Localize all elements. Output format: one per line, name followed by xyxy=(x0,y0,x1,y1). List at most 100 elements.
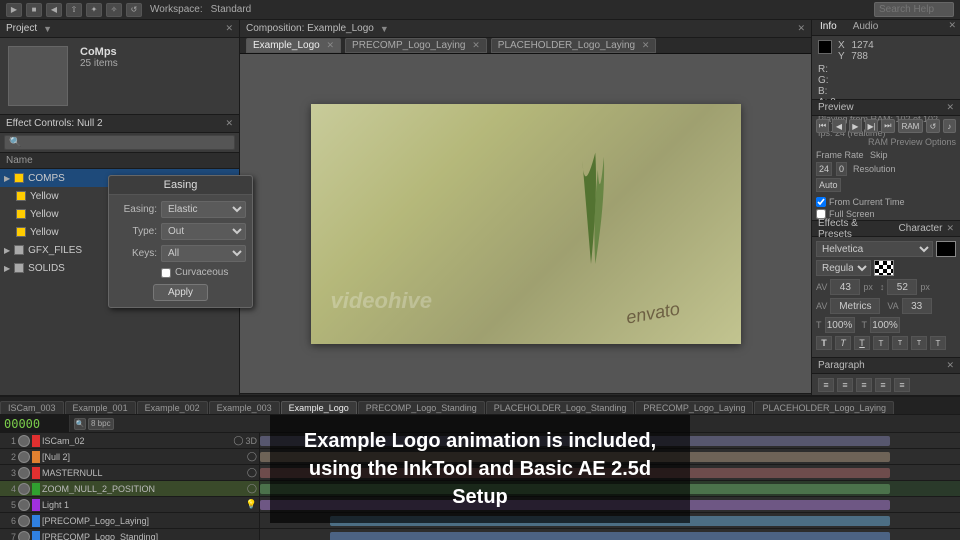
layer-vis-6[interactable] xyxy=(18,515,30,527)
preview-header: Preview ✕ xyxy=(812,100,960,116)
apply-button[interactable]: Apply xyxy=(153,284,208,301)
tl-tab-iscam[interactable]: ISCam_003 xyxy=(0,401,64,414)
char-scale-v-val[interactable]: 100% xyxy=(870,317,900,333)
x-label: X xyxy=(838,40,845,51)
char-btn-b[interactable]: T xyxy=(816,336,832,350)
tl-tab-precomp-laying[interactable]: PRECOMP_Logo_Laying xyxy=(635,401,753,414)
layer-vis-4[interactable] xyxy=(18,483,30,495)
char-btn-u[interactable]: T xyxy=(854,336,870,350)
char-style-select[interactable]: Regular xyxy=(816,260,871,276)
tab-precomp-laying[interactable]: PRECOMP_Logo_Laying ✕ xyxy=(345,38,487,53)
layer-row-5[interactable]: 5 Light 1 💡 xyxy=(0,497,259,513)
tl-tab-placeholder-laying[interactable]: PLACEHOLDER_Logo_Laying xyxy=(754,401,894,414)
layer-name-5: Light 1 xyxy=(42,500,244,510)
easing-type-select[interactable]: Out In In & Out xyxy=(161,223,246,240)
from-current-checkbox[interactable] xyxy=(816,197,826,207)
search-input[interactable] xyxy=(874,2,954,17)
para-justify-all[interactable]: ≡ xyxy=(894,378,910,392)
preview-next-btn[interactable]: ▶| xyxy=(865,119,878,133)
preview-first-btn[interactable]: ⏮ xyxy=(816,119,829,133)
para-align-right[interactable]: ≡ xyxy=(856,378,872,392)
tab-example-logo[interactable]: Example_Logo ✕ xyxy=(246,38,341,53)
tab-precomp-laying-close[interactable]: ✕ xyxy=(472,40,480,50)
layer-row-1[interactable]: 1 ISCam_02 ◯ 3D xyxy=(0,433,259,449)
tl-tab-ex2[interactable]: Example_002 xyxy=(137,401,208,414)
effect-controls-close[interactable]: ✕ xyxy=(225,118,233,129)
layer-vis-3[interactable] xyxy=(18,467,30,479)
easing-keys-row: Keys: All Selected xyxy=(115,245,246,262)
preview-close[interactable]: ✕ xyxy=(946,102,954,113)
preview-loop-btn[interactable]: ↺ xyxy=(926,119,939,133)
tl-tab-logo[interactable]: Example_Logo xyxy=(281,401,357,414)
tl-btn-8bpc[interactable]: 8 bpc xyxy=(88,418,114,430)
toolbar-btn-3[interactable]: ◀ xyxy=(46,3,62,17)
skip-val[interactable]: 0 xyxy=(836,162,847,176)
preview-play-btn[interactable]: ▶ xyxy=(849,119,862,133)
tl-tab-placeholder-standing[interactable]: PLACEHOLDER_Logo_Standing xyxy=(486,401,635,414)
files-search-input[interactable] xyxy=(4,135,235,150)
preview-ram-options[interactable]: RAM Preview Options xyxy=(812,136,960,148)
char-btn-all[interactable]: T xyxy=(930,336,946,350)
layer-vis-2[interactable] xyxy=(18,451,30,463)
y-label: Y xyxy=(838,51,845,62)
easing-easing-select[interactable]: Elastic Ease In Ease Out Bounce xyxy=(161,201,246,218)
char-stroke-swatch[interactable] xyxy=(874,260,894,276)
layer-row-3[interactable]: 3 MASTERNULL ◯ xyxy=(0,465,259,481)
comp-panel-close[interactable]: ✕ xyxy=(797,23,805,34)
para-justify[interactable]: ≡ xyxy=(875,378,891,392)
preview-audio-btn[interactable]: ♪ xyxy=(943,119,956,133)
paragraph-close[interactable]: ✕ xyxy=(946,360,954,371)
para-align-center[interactable]: ≡ xyxy=(837,378,853,392)
toolbar-btn-7[interactable]: ↺ xyxy=(126,3,142,17)
char-kerning-val[interactable]: Metrics xyxy=(830,298,880,314)
resolution-val[interactable]: Auto xyxy=(816,178,841,192)
preview-prev-btn[interactable]: ◀ xyxy=(832,119,845,133)
tab-placeholder-laying[interactable]: PLACEHOLDER_Logo_Laying ✕ xyxy=(491,38,657,53)
toolbar-btn-2[interactable]: ■ xyxy=(26,3,42,17)
tab-example-logo-close[interactable]: ✕ xyxy=(327,40,335,50)
toolbar-btn-4[interactable]: ⇧ xyxy=(66,3,82,17)
comp-panel-menu[interactable]: ▼ xyxy=(380,24,389,34)
info-panel-close[interactable]: ✕ xyxy=(948,20,956,35)
layer-row-6[interactable]: 6 [PRECOMP_Logo_Laying] xyxy=(0,513,259,529)
preview-controls: ⏮ ◀ ▶ ▶| ⏭ RAM ↺ ♪ xyxy=(812,116,960,136)
char-btn-i[interactable]: T xyxy=(835,336,851,350)
char-font-select[interactable]: Helvetica xyxy=(816,241,933,257)
tl-btn-search[interactable]: 🔍 xyxy=(74,418,86,430)
layer-vis-7[interactable] xyxy=(18,531,30,540)
effects-close[interactable]: ✕ xyxy=(946,223,954,234)
tl-tab-ex1[interactable]: Example_001 xyxy=(65,401,136,414)
tab-placeholder-laying-close[interactable]: ✕ xyxy=(642,40,650,50)
layer-row-7[interactable]: 7 [PRECOMP_Logo_Standing] xyxy=(0,529,259,540)
layer-vis-1[interactable] xyxy=(18,435,30,447)
char-scale-h-val[interactable]: 100% xyxy=(825,317,855,333)
para-align-left[interactable]: ≡ xyxy=(818,378,834,392)
char-size-label-a: AV xyxy=(816,282,827,292)
project-item-count: 25 items xyxy=(80,58,118,69)
char-btn-sup[interactable]: T xyxy=(892,336,908,350)
framerate-val[interactable]: 24 xyxy=(816,162,832,176)
tab-audio[interactable]: Audio xyxy=(845,20,887,35)
layer-row-2[interactable]: 2 [Null 2] ◯ xyxy=(0,449,259,465)
char-btn-s[interactable]: T xyxy=(873,336,889,350)
toolbar-btn-6[interactable]: ✧ xyxy=(106,3,122,17)
preview-last-btn[interactable]: ⏭ xyxy=(881,119,894,133)
tl-tab-precomp-standing[interactable]: PRECOMP_Logo_Standing xyxy=(358,401,485,414)
tl-tab-ex3[interactable]: Example_003 xyxy=(209,401,280,414)
char-btns-row: T T T T T T T xyxy=(816,336,956,350)
char-color-swatch[interactable] xyxy=(936,241,956,257)
tab-info[interactable]: Info xyxy=(812,20,845,35)
layer-row-4[interactable]: 4 ZOOM_NULL_2_POSITION ◯ xyxy=(0,481,259,497)
curvaceous-checkbox[interactable] xyxy=(161,268,171,278)
layer-vis-5[interactable] xyxy=(18,499,30,511)
char-btn-sub[interactable]: T xyxy=(911,336,927,350)
char-leading-val[interactable]: 52 xyxy=(887,279,917,295)
easing-keys-select[interactable]: All Selected xyxy=(161,245,246,262)
char-size-val[interactable]: 43 xyxy=(830,279,860,295)
char-tracking-val[interactable]: 33 xyxy=(902,298,932,314)
preview-ram-btn[interactable]: RAM xyxy=(898,119,924,133)
panel-close-icon[interactable]: ✕ xyxy=(225,23,233,34)
char-leading-label: ↕ xyxy=(880,282,885,292)
toolbar-btn-1[interactable]: ▶ xyxy=(6,3,22,17)
toolbar-btn-5[interactable]: ✦ xyxy=(86,3,102,17)
